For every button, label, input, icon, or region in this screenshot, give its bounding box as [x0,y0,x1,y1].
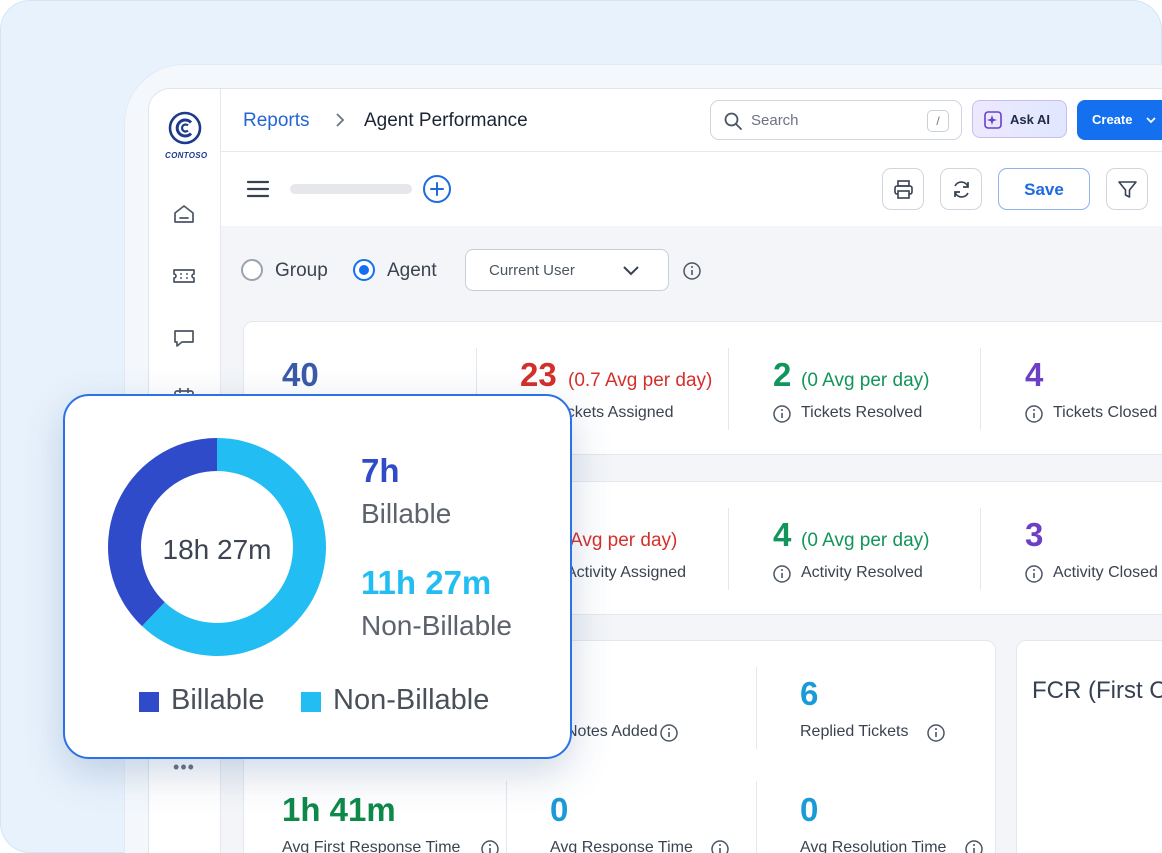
legend-swatch-billable [139,692,159,712]
info-icon[interactable] [659,723,679,743]
home-icon[interactable] [171,201,197,227]
page-title: Agent Performance [364,110,528,131]
billable-label: Billable [361,498,452,529]
billable-value: 7h [361,452,400,489]
divider [756,667,757,749]
user-select[interactable]: Current User [465,249,669,291]
tickets-resolved-value: 2 [773,356,792,393]
avg-resolution-value: 0 [800,791,819,828]
avg-first-response-value: 1h 41m [282,791,396,828]
time-breakdown-popup: 18h 27m 7h Billable 11h 27m Non-Billable… [63,394,572,759]
ask-ai-button[interactable]: Ask AI [972,100,1067,138]
activity-closed-value: 3 [1025,516,1044,553]
report-toolbar: Save [221,152,1162,226]
chevron-down-icon [623,266,639,276]
brand-logo[interactable]: CONTOSO [165,111,208,160]
activity-assigned-avg: Avg per day) [570,530,678,551]
save-label: Save [1024,180,1064,199]
search-input[interactable] [751,110,911,130]
agent-radio-label: Agent [387,260,437,281]
tickets-closed-value: 4 [1025,356,1044,393]
brand-name: CONTOSO [165,151,208,160]
info-icon[interactable] [710,839,730,853]
chat-icon[interactable] [171,325,197,351]
info-icon[interactable] [480,839,500,853]
divider [756,781,757,853]
filter-icon [1118,181,1137,198]
chevron-down-icon [1146,117,1156,124]
add-icon[interactable] [422,174,452,204]
divider [980,348,981,430]
breadcrumb-reports-link[interactable]: Reports [243,110,310,132]
donut-slice-billable [108,438,217,627]
tickets-closed-label: Tickets Closed [1053,404,1158,421]
non-billable-value: 11h 27m [361,564,492,601]
print-button[interactable] [882,168,924,210]
divider [506,781,507,853]
create-label: Create [1092,112,1133,127]
info-icon[interactable] [1024,564,1044,584]
total-tickets-value: 40 [282,356,319,393]
ticket-icon[interactable] [171,263,197,289]
more-icon[interactable]: ••• [171,758,197,777]
refresh-button[interactable] [940,168,982,210]
printer-icon [894,180,913,199]
tickets-assigned-avg: (0.7 Avg per day) [568,370,713,391]
filter-button[interactable] [1106,168,1148,210]
fcr-title: FCR (First C [1032,677,1162,704]
divider [980,508,981,590]
user-select-value: Current User [489,262,575,279]
tickets-assigned-value: 23 [520,356,557,393]
chevron-right-icon [336,113,345,127]
report-name-placeholder [290,184,412,194]
search-shortcut-key: / [927,110,949,132]
group-radio-label: Group [275,260,328,281]
search-icon [724,112,742,130]
activity-resolved-value: 4 [773,516,792,553]
replied-tickets-label: Replied Tickets [800,723,909,740]
fcr-card: FCR (First C [1016,640,1162,853]
non-billable-label: Non-Billable [361,610,512,641]
info-icon[interactable] [682,261,702,281]
menu-icon[interactable] [246,179,270,199]
agent-radio[interactable] [353,259,375,281]
sparkle-icon [984,111,1002,129]
create-button[interactable]: Create [1077,100,1162,140]
group-radio[interactable] [241,259,263,281]
avg-response-value: 0 [550,791,569,828]
info-icon[interactable] [964,839,984,853]
save-button[interactable]: Save [998,168,1090,210]
activity-assigned-label: Activity Assigned [566,564,687,581]
replied-tickets-value: 6 [800,675,819,712]
refresh-icon [954,181,969,198]
activity-resolved-label: Activity Resolved [801,564,923,581]
avg-first-response-label: Avg First Response Time [282,839,461,853]
notes-added-label: Notes Added [566,723,658,740]
info-icon[interactable] [772,404,792,424]
total-time-value: 18h 27m [162,534,272,565]
divider [728,348,729,430]
top-header: Reports Agent Performance / Ask AI Creat… [221,89,1162,152]
info-icon[interactable] [926,723,946,743]
legend-label-non-billable: Non-Billable [333,684,490,716]
legend-label-billable: Billable [171,684,265,716]
activity-closed-label: Activity Closed [1053,564,1158,581]
info-icon[interactable] [1024,404,1044,424]
avg-resolution-label: Avg Resolution Time [800,839,947,853]
legend-swatch-non-billable [301,692,321,712]
tickets-resolved-label: Tickets Resolved [801,404,923,421]
activity-resolved-avg: (0 Avg per day) [801,530,930,551]
contoso-logo-icon [168,111,202,145]
search-box[interactable]: / [710,100,962,140]
divider [728,508,729,590]
info-icon[interactable] [772,564,792,584]
ask-ai-label: Ask AI [1010,112,1050,127]
tickets-resolved-avg: (0 Avg per day) [801,370,930,391]
avg-response-label: Avg Response Time [550,839,693,853]
